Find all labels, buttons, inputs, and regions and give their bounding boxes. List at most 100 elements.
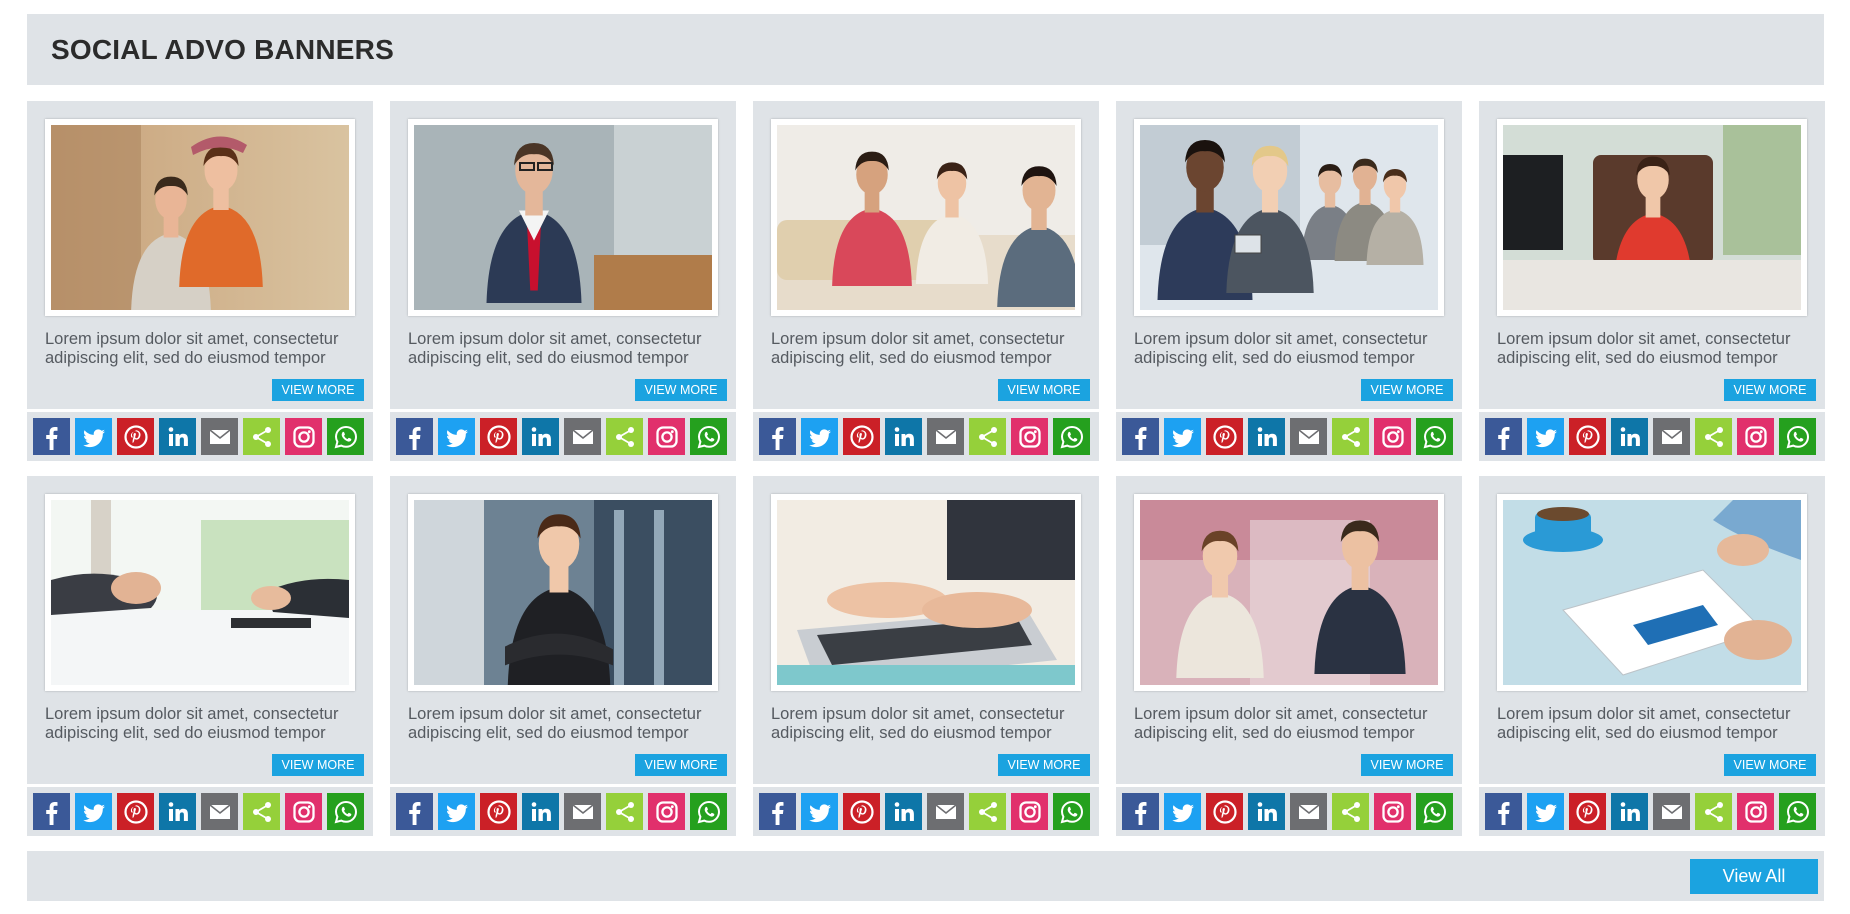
twitter-icon[interactable] xyxy=(1527,793,1564,830)
pinterest-icon[interactable] xyxy=(117,418,154,455)
twitter-icon[interactable] xyxy=(75,793,112,830)
banner-image-frame[interactable] xyxy=(45,494,355,691)
view-more-button[interactable]: VIEW MORE xyxy=(1724,754,1816,776)
instagram-icon[interactable] xyxy=(285,418,322,455)
view-more-button[interactable]: VIEW MORE xyxy=(1361,754,1453,776)
whatsapp-icon[interactable] xyxy=(1053,793,1090,830)
twitter-icon[interactable] xyxy=(801,793,838,830)
banner-image-frame[interactable] xyxy=(1497,494,1807,691)
facebook-icon[interactable] xyxy=(396,418,433,455)
facebook-icon[interactable] xyxy=(1485,793,1522,830)
group-sofa-meeting-photo[interactable] xyxy=(777,125,1075,310)
view-more-button[interactable]: VIEW MORE xyxy=(1724,379,1816,401)
twitter-icon[interactable] xyxy=(1164,418,1201,455)
twitter-icon[interactable] xyxy=(1164,793,1201,830)
pinterest-icon[interactable] xyxy=(1206,793,1243,830)
view-all-button[interactable]: View All xyxy=(1690,859,1818,894)
whatsapp-icon[interactable] xyxy=(1416,418,1453,455)
hands-typing-laptop-photo[interactable] xyxy=(777,500,1075,685)
instagram-icon[interactable] xyxy=(1374,418,1411,455)
pinterest-icon[interactable] xyxy=(480,418,517,455)
email-icon[interactable] xyxy=(927,793,964,830)
facebook-icon[interactable] xyxy=(396,793,433,830)
instagram-icon[interactable] xyxy=(1374,793,1411,830)
banner-image-frame[interactable] xyxy=(1134,119,1444,316)
twitter-icon[interactable] xyxy=(438,418,475,455)
twitter-icon[interactable] xyxy=(438,793,475,830)
pinterest-icon[interactable] xyxy=(843,418,880,455)
tablet-coffee-cup-photo[interactable] xyxy=(1503,500,1801,685)
email-icon[interactable] xyxy=(564,793,601,830)
banner-image-frame[interactable] xyxy=(1497,119,1807,316)
pinterest-icon[interactable] xyxy=(1569,418,1606,455)
view-more-button[interactable]: VIEW MORE xyxy=(272,379,364,401)
hands-signing-document-photo[interactable] xyxy=(51,500,349,685)
email-icon[interactable] xyxy=(201,418,238,455)
whatsapp-icon[interactable] xyxy=(1779,793,1816,830)
email-icon[interactable] xyxy=(1290,418,1327,455)
twitter-icon[interactable] xyxy=(1527,418,1564,455)
facebook-icon[interactable] xyxy=(1122,418,1159,455)
pinterest-icon[interactable] xyxy=(843,793,880,830)
share-icon[interactable] xyxy=(1332,418,1369,455)
instagram-icon[interactable] xyxy=(1011,418,1048,455)
facebook-icon[interactable] xyxy=(33,793,70,830)
businesswoman-arms-crossed-photo[interactable] xyxy=(414,500,712,685)
facebook-icon[interactable] xyxy=(1485,418,1522,455)
share-icon[interactable] xyxy=(606,418,643,455)
pinterest-icon[interactable] xyxy=(1569,793,1606,830)
linkedin-icon[interactable] xyxy=(885,793,922,830)
whatsapp-icon[interactable] xyxy=(327,418,364,455)
pinterest-icon[interactable] xyxy=(1206,418,1243,455)
whatsapp-icon[interactable] xyxy=(1053,418,1090,455)
pinterest-icon[interactable] xyxy=(480,793,517,830)
instagram-icon[interactable] xyxy=(285,793,322,830)
view-more-button[interactable]: VIEW MORE xyxy=(998,379,1090,401)
facebook-icon[interactable] xyxy=(33,418,70,455)
banner-image-frame[interactable] xyxy=(408,494,718,691)
view-more-button[interactable]: VIEW MORE xyxy=(272,754,364,776)
banner-image-frame[interactable] xyxy=(408,119,718,316)
share-icon[interactable] xyxy=(1332,793,1369,830)
facebook-icon[interactable] xyxy=(759,418,796,455)
share-icon[interactable] xyxy=(969,793,1006,830)
whatsapp-icon[interactable] xyxy=(690,793,727,830)
facebook-icon[interactable] xyxy=(759,793,796,830)
twitter-icon[interactable] xyxy=(801,418,838,455)
share-icon[interactable] xyxy=(969,418,1006,455)
email-icon[interactable] xyxy=(1653,793,1690,830)
linkedin-icon[interactable] xyxy=(522,793,559,830)
share-icon[interactable] xyxy=(1695,418,1732,455)
business-team-tablet-photo[interactable] xyxy=(1140,125,1438,310)
facebook-icon[interactable] xyxy=(1122,793,1159,830)
linkedin-icon[interactable] xyxy=(159,793,196,830)
instagram-icon[interactable] xyxy=(648,793,685,830)
man-woman-talking-station-photo[interactable] xyxy=(1140,500,1438,685)
instagram-icon[interactable] xyxy=(1011,793,1048,830)
linkedin-icon[interactable] xyxy=(1611,418,1648,455)
linkedin-icon[interactable] xyxy=(522,418,559,455)
view-more-button[interactable]: VIEW MORE xyxy=(635,379,727,401)
view-more-button[interactable]: VIEW MORE xyxy=(998,754,1090,776)
email-icon[interactable] xyxy=(1290,793,1327,830)
share-icon[interactable] xyxy=(243,418,280,455)
whatsapp-icon[interactable] xyxy=(327,793,364,830)
businesswoman-red-jacket-desk-photo[interactable] xyxy=(1503,125,1801,310)
share-icon[interactable] xyxy=(606,793,643,830)
businessman-glasses-red-tie-photo[interactable] xyxy=(414,125,712,310)
view-more-button[interactable]: VIEW MORE xyxy=(1361,379,1453,401)
banner-image-frame[interactable] xyxy=(1134,494,1444,691)
email-icon[interactable] xyxy=(201,793,238,830)
view-more-button[interactable]: VIEW MORE xyxy=(635,754,727,776)
linkedin-icon[interactable] xyxy=(1248,793,1285,830)
whatsapp-icon[interactable] xyxy=(690,418,727,455)
email-icon[interactable] xyxy=(1653,418,1690,455)
email-icon[interactable] xyxy=(927,418,964,455)
twitter-icon[interactable] xyxy=(75,418,112,455)
instagram-icon[interactable] xyxy=(1737,418,1774,455)
linkedin-icon[interactable] xyxy=(1248,418,1285,455)
linkedin-icon[interactable] xyxy=(159,418,196,455)
share-icon[interactable] xyxy=(243,793,280,830)
pinterest-icon[interactable] xyxy=(117,793,154,830)
email-icon[interactable] xyxy=(564,418,601,455)
